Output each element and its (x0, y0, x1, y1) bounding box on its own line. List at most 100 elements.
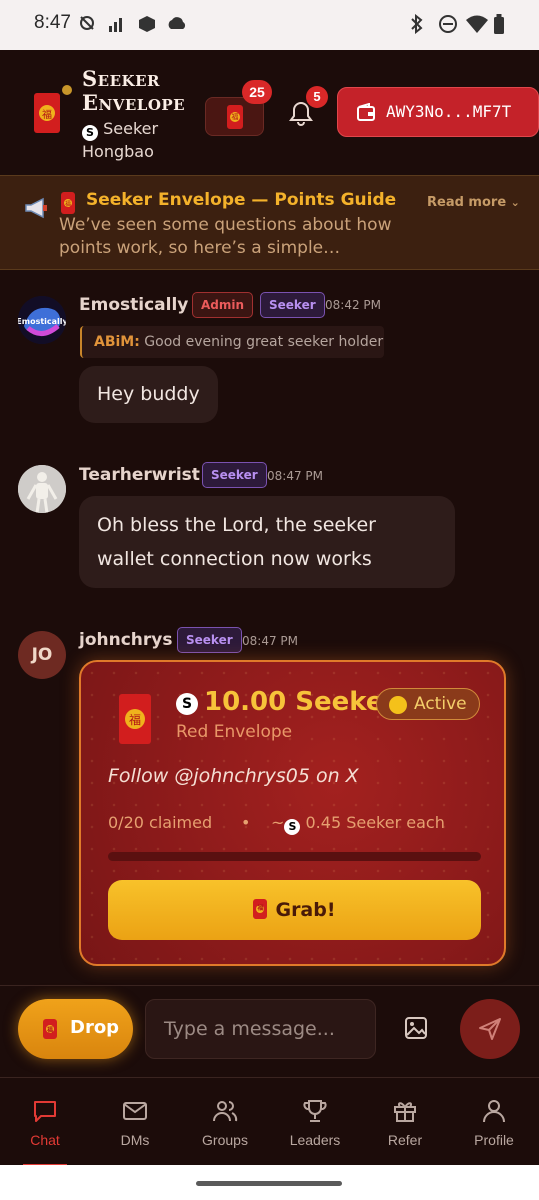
reply-quote[interactable]: ABiM: Good evening great seeker holder (80, 326, 384, 358)
nav-chat[interactable]: Chat (0, 1078, 90, 1167)
nav-label: Leaders (289, 1132, 341, 1148)
signal-chart-icon (109, 18, 122, 32)
envelope-icon: 福 (43, 1019, 57, 1039)
avatar[interactable] (18, 465, 66, 513)
seeker-tag: Seeker (202, 462, 267, 488)
nav-groups[interactable]: Groups (180, 1078, 270, 1166)
status-bar: 8:47 (0, 0, 539, 50)
announcement-banner[interactable]: 福 Seeker Envelope — Points Guide We’ve s… (0, 175, 539, 270)
nav-refer[interactable]: Refer (360, 1078, 450, 1166)
envelope-count-badge: 25 (242, 80, 272, 104)
nav-label: Refer (387, 1132, 423, 1148)
app-logo-envelope-icon: 福 (34, 93, 60, 133)
claim-progress-bar (108, 852, 481, 861)
image-upload-icon[interactable] (403, 1015, 429, 1041)
send-button[interactable] (460, 999, 520, 1059)
seeker-token-icon: S (82, 125, 98, 141)
admin-tag: Admin (192, 292, 254, 318)
battery-icon (494, 14, 504, 34)
gift-icon (394, 1102, 416, 1122)
message-time: 08:47 PM (267, 469, 323, 483)
status-dot (62, 85, 72, 95)
notifications-button[interactable]: 5 (288, 86, 328, 132)
nav-dms[interactable]: DMs (90, 1078, 180, 1166)
no-sync-icon (80, 16, 94, 30)
message-bubble[interactable]: Oh bless the Lord, the seeker wallet con… (79, 496, 455, 588)
grab-button[interactable]: 福 Grab! (108, 880, 481, 940)
per-claim-text: 0.45 Seeker each (305, 813, 445, 832)
skeleton-avatar-image (18, 465, 66, 513)
seeker-token-icon: S (284, 819, 301, 835)
envelope-label: Red Envelope (176, 722, 293, 742)
wifi-icon (466, 15, 488, 33)
wallet-icon (357, 103, 375, 121)
home-indicator[interactable] (196, 1181, 342, 1186)
read-more-link[interactable]: Read more ⌄ (427, 195, 520, 210)
seeker-token-icon: S (176, 693, 198, 715)
envelope-amount: 10.00 Seeker (204, 687, 397, 717)
nav-leaders[interactable]: Leaders (270, 1078, 360, 1166)
megaphone-icon (25, 197, 47, 219)
chat-icon (34, 1101, 56, 1122)
chevron-down-icon: ⌄ (510, 196, 520, 209)
envelope-icon: 福 (227, 105, 243, 129)
brand-subtitle: S Seeker Hongbao (82, 118, 192, 162)
nav-label: Profile (474, 1132, 514, 1148)
envelope-icon: 福 (253, 899, 268, 919)
message-username[interactable]: johnchrys (79, 630, 172, 650)
mail-icon (123, 1102, 147, 1120)
message-composer: 福 Drop Type a message... (0, 985, 539, 1077)
seeker-tag: Seeker (260, 292, 325, 318)
message-time: 08:42 PM (325, 298, 381, 312)
announcement-title: Seeker Envelope — Points Guide (86, 190, 397, 210)
notification-count-badge: 5 (306, 86, 328, 108)
red-envelope-card[interactable]: 福 S 10.00 Seeker Red Envelope Active Fol… (79, 660, 506, 966)
envelopes-button[interactable]: 福 25 (205, 80, 272, 136)
status-time: 8:47 (34, 12, 71, 33)
brand-title-line1: Seeker (82, 66, 160, 91)
do-not-disturb-icon (439, 15, 457, 33)
grab-label: Grab! (275, 899, 336, 921)
message-username[interactable]: Tearherwrist (79, 465, 200, 485)
brand-title-line2: Envelope (82, 90, 186, 115)
bottom-navigation: Chat DMs Groups Leaders Refer Profile (0, 1077, 539, 1167)
claimed-count: 0/20 claimed (108, 813, 213, 832)
reply-username: ABiM: (94, 334, 140, 350)
announcement-text: We’ve seen some questions about how poin… (59, 215, 392, 258)
drop-envelope-button[interactable]: 福 Drop (18, 999, 133, 1059)
profile-icon (483, 1100, 505, 1123)
wallet-address: AWY3No...MF7T (386, 102, 512, 121)
send-icon (479, 1018, 501, 1040)
approx-sign: ~ (271, 813, 285, 832)
avatar[interactable]: Emostically (18, 296, 66, 344)
per-claim-amount: ~ S 0.45 Seeker each (271, 813, 445, 835)
nav-profile[interactable]: Profile (449, 1078, 539, 1166)
message-text-line: Oh bless the Lord, the seeker (97, 514, 376, 536)
message-username[interactable]: Emostically (79, 295, 188, 315)
seeker-tag: Seeker (177, 627, 242, 653)
message-time: 08:47 PM (242, 634, 298, 648)
gesture-bar (0, 1165, 539, 1200)
message-text-line: wallet connection now works (97, 548, 372, 570)
active-dot-icon (389, 696, 407, 714)
message-input[interactable]: Type a message... (145, 999, 376, 1059)
status-label: Active (414, 694, 467, 714)
message-bubble[interactable]: Hey buddy (79, 366, 218, 423)
envelope-icon: 福 (119, 694, 151, 744)
envelope-task: Follow @johnchrys05 on X (108, 765, 359, 787)
envelope-icon: 福 (61, 192, 75, 214)
groups-icon (213, 1101, 238, 1122)
app-header: 福 Seeker Envelope S Seeker Hongbao 福 25 … (0, 50, 539, 175)
avatar[interactable]: JO (18, 631, 66, 679)
cloud-icon (168, 17, 186, 29)
reply-text: Good evening great seeker holder (144, 334, 384, 350)
nav-label: DMs (120, 1132, 150, 1148)
nav-label: Groups (202, 1132, 248, 1148)
drop-label: Drop (70, 1017, 120, 1038)
bluetooth-icon (411, 14, 423, 34)
trophy-icon (303, 1100, 327, 1122)
svg-text:Emostically: Emostically (18, 317, 66, 326)
wallet-button[interactable]: AWY3No...MF7T (337, 87, 539, 137)
separator-dot: • (241, 813, 251, 832)
read-more-label: Read more (427, 195, 507, 210)
